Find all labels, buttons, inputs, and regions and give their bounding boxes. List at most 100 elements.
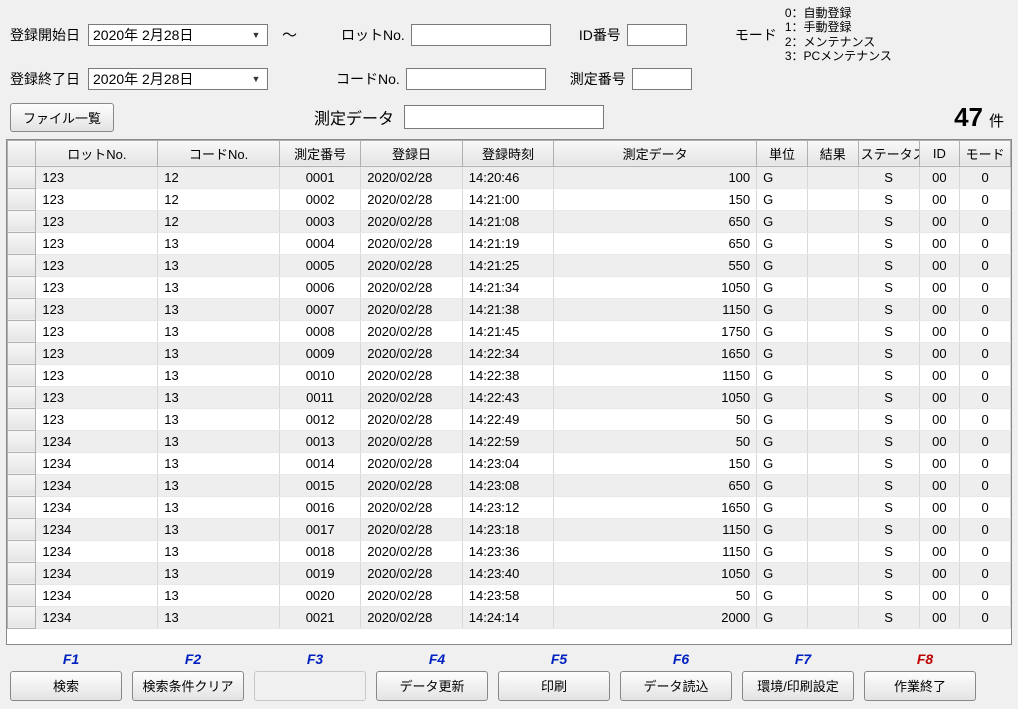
data-grid: ロットNo.コードNo.測定番号登録日登録時刻測定データ単位結果ステータスIDモ… [6, 139, 1012, 645]
table-row[interactable]: 1231300082020/02/2814:21:451750GS000 [8, 320, 1011, 342]
cell-result [807, 254, 858, 276]
column-header[interactable]: 登録日 [361, 140, 463, 166]
column-header[interactable]: 測定番号 [280, 140, 361, 166]
function-key-labels: F1F2F3F4F5F6F7F8 [0, 645, 1018, 669]
row-header[interactable] [8, 474, 36, 496]
cell-lot: 1234 [36, 430, 158, 452]
cell-id: 00 [919, 232, 960, 254]
table-row[interactable]: 1231300102020/02/2814:22:381150GS000 [8, 364, 1011, 386]
table-row[interactable]: 1231300072020/02/2814:21:381150GS000 [8, 298, 1011, 320]
id-no-input[interactable] [627, 24, 687, 46]
row-header[interactable] [8, 518, 36, 540]
chevron-down-icon[interactable]: ▼ [249, 28, 263, 42]
table-row[interactable]: 1231300062020/02/2814:21:341050GS000 [8, 276, 1011, 298]
row-header[interactable] [8, 188, 36, 210]
fkey-button-f6[interactable]: データ読込 [620, 671, 732, 701]
table-row[interactable]: 1231300092020/02/2814:22:341650GS000 [8, 342, 1011, 364]
start-date-picker[interactable]: 2020年 2月28日 ▼ [88, 24, 268, 46]
row-header[interactable] [8, 254, 36, 276]
table-row[interactable]: 1231300042020/02/2814:21:19650GS000 [8, 232, 1011, 254]
cell-result [807, 408, 858, 430]
table-row[interactable]: 1231300052020/02/2814:21:25550GS000 [8, 254, 1011, 276]
table-row[interactable]: 1231300112020/02/2814:22:431050GS000 [8, 386, 1011, 408]
cell-code: 13 [158, 232, 280, 254]
fkey-button-f8[interactable]: 作業終了 [864, 671, 976, 701]
table-row[interactable]: 12341300192020/02/2814:23:401050GS000 [8, 562, 1011, 584]
chevron-down-icon[interactable]: ▼ [249, 72, 263, 86]
table-row[interactable]: 12341300212020/02/2814:24:142000GS000 [8, 606, 1011, 628]
fkey-button-f7[interactable]: 環境/印刷設定 [742, 671, 854, 701]
cell-data: 50 [554, 430, 757, 452]
cell-mode: 0 [960, 386, 1011, 408]
table-row[interactable]: 1231200032020/02/2814:21:08650GS000 [8, 210, 1011, 232]
table-row[interactable]: 1231200022020/02/2814:21:00150GS000 [8, 188, 1011, 210]
column-header[interactable]: ID [919, 140, 960, 166]
row-header[interactable] [8, 584, 36, 606]
table-row[interactable]: 12341300172020/02/2814:23:181150GS000 [8, 518, 1011, 540]
table-row[interactable]: 1231200012020/02/2814:20:46100GS000 [8, 166, 1011, 188]
cell-id: 00 [919, 320, 960, 342]
mode-legend: 0：自動登録 1：手動登録 2：メンテナンス 3：PCメンテナンス [785, 6, 892, 64]
cell-data: 1150 [554, 364, 757, 386]
column-header[interactable]: ロットNo. [36, 140, 158, 166]
row-header[interactable] [8, 276, 36, 298]
fkey-button-f1[interactable]: 検索 [10, 671, 122, 701]
cell-date: 2020/02/28 [361, 254, 463, 276]
column-header[interactable]: 測定データ [554, 140, 757, 166]
fkey-label-f4: F4 [376, 651, 498, 667]
lot-no-input[interactable] [411, 24, 551, 46]
column-header[interactable]: モード [960, 140, 1011, 166]
column-header[interactable]: 結果 [807, 140, 858, 166]
table-row[interactable]: 12341300132020/02/2814:22:5950GS000 [8, 430, 1011, 452]
row-header[interactable] [8, 232, 36, 254]
fkey-button-f4[interactable]: データ更新 [376, 671, 488, 701]
column-header[interactable]: 単位 [757, 140, 808, 166]
table-row[interactable]: 1231300122020/02/2814:22:4950GS000 [8, 408, 1011, 430]
fkey-button-f2[interactable]: 検索条件クリア [132, 671, 244, 701]
table-row[interactable]: 12341300182020/02/2814:23:361150GS000 [8, 540, 1011, 562]
row-header[interactable] [8, 342, 36, 364]
cell-status: S [858, 496, 919, 518]
cell-mode: 0 [960, 210, 1011, 232]
table-row[interactable]: 12341300142020/02/2814:23:04150GS000 [8, 452, 1011, 474]
table-row[interactable]: 12341300202020/02/2814:23:5850GS000 [8, 584, 1011, 606]
row-header-corner[interactable] [8, 140, 36, 166]
cell-status: S [858, 364, 919, 386]
row-header[interactable] [8, 452, 36, 474]
fkey-button-f5[interactable]: 印刷 [498, 671, 610, 701]
row-header[interactable] [8, 430, 36, 452]
row-header[interactable] [8, 496, 36, 518]
meas-data-input[interactable] [404, 105, 604, 129]
end-date-picker[interactable]: 2020年 2月28日 ▼ [88, 68, 268, 90]
row-header[interactable] [8, 320, 36, 342]
column-header[interactable]: コードNo. [158, 140, 280, 166]
row-header[interactable] [8, 540, 36, 562]
meas-no-input[interactable] [632, 68, 692, 90]
cell-lot: 123 [36, 166, 158, 188]
file-list-button[interactable]: ファイル一覧 [10, 103, 114, 132]
grid-scroll-area[interactable]: ロットNo.コードNo.測定番号登録日登録時刻測定データ単位結果ステータスIDモ… [7, 140, 1011, 644]
table-row[interactable]: 12341300152020/02/2814:23:08650GS000 [8, 474, 1011, 496]
row-header[interactable] [8, 364, 36, 386]
cell-mode: 0 [960, 430, 1011, 452]
cell-code: 13 [158, 254, 280, 276]
filter-panel: 登録開始日 2020年 2月28日 ▼ ～ ロットNo. ID番号 モード 0：… [0, 0, 1018, 98]
row-header[interactable] [8, 606, 36, 628]
column-header[interactable]: 登録時刻 [462, 140, 553, 166]
row-header[interactable] [8, 210, 36, 232]
cell-lot: 1234 [36, 452, 158, 474]
cell-mode: 0 [960, 518, 1011, 540]
row-header[interactable] [8, 166, 36, 188]
table-row[interactable]: 12341300162020/02/2814:23:121650GS000 [8, 496, 1011, 518]
row-header[interactable] [8, 408, 36, 430]
row-header[interactable] [8, 562, 36, 584]
code-no-input[interactable] [406, 68, 546, 90]
column-header[interactable]: ステータス [858, 140, 919, 166]
row-header[interactable] [8, 298, 36, 320]
row-header[interactable] [8, 386, 36, 408]
cell-result [807, 430, 858, 452]
cell-mode: 0 [960, 276, 1011, 298]
cell-no: 0015 [280, 474, 361, 496]
cell-status: S [858, 408, 919, 430]
cell-status: S [858, 254, 919, 276]
